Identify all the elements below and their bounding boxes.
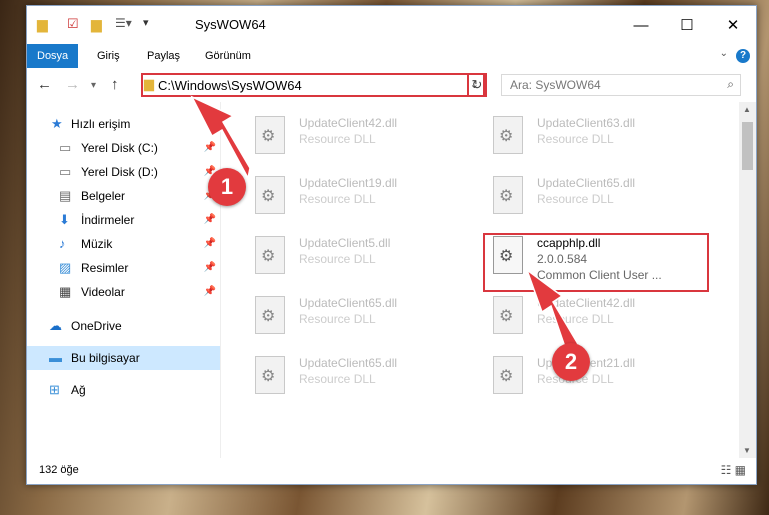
- annotation-arrows: [190, 95, 580, 352]
- arrow-1: [190, 95, 251, 181]
- step-badge-1: 1: [208, 168, 246, 206]
- step-badge-2: 2: [552, 343, 590, 381]
- arrow-2: [525, 267, 580, 352]
